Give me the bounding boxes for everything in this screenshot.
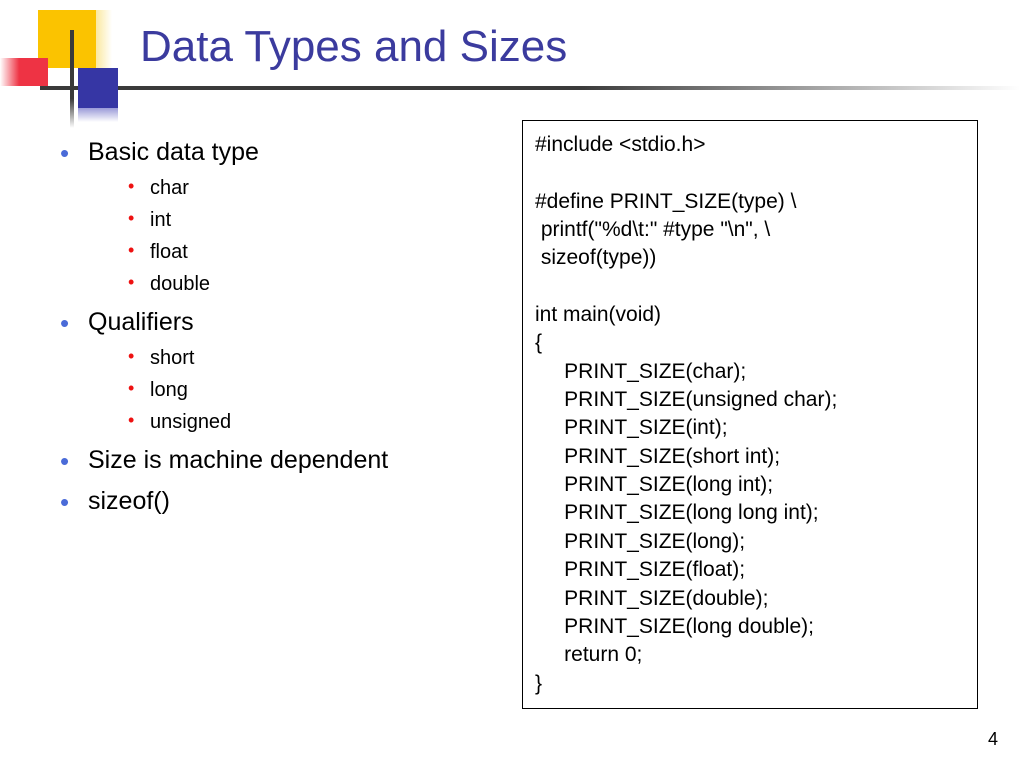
bullet-basic-data-type: Basic data type char int float double xyxy=(60,136,490,298)
bullet-machine-dependent: Size is machine dependent xyxy=(60,444,490,478)
bullet-sizeof: sizeof() xyxy=(60,485,490,519)
content-left: Basic data type char int float double Qu… xyxy=(60,130,490,527)
sub-bullet: int xyxy=(128,207,490,234)
page-number: 4 xyxy=(988,729,998,750)
slide-decoration xyxy=(0,0,120,120)
bullet-label: Qualifiers xyxy=(88,308,194,336)
sub-bullet: double xyxy=(128,271,490,298)
sub-bullet: unsigned xyxy=(128,409,490,436)
bullet-label: Size is machine dependent xyxy=(88,446,388,474)
sub-bullet: short xyxy=(128,345,490,372)
code-example-box: #include <stdio.h> #define PRINT_SIZE(ty… xyxy=(522,120,978,709)
bullet-label: sizeof() xyxy=(88,487,170,515)
sub-bullet: float xyxy=(128,239,490,266)
sub-bullet: long xyxy=(128,377,490,404)
bullet-label: Basic data type xyxy=(88,138,259,166)
bullet-qualifiers: Qualifiers short long unsigned xyxy=(60,306,490,436)
slide-title: Data Types and Sizes xyxy=(140,22,567,72)
sub-bullet: char xyxy=(128,175,490,202)
